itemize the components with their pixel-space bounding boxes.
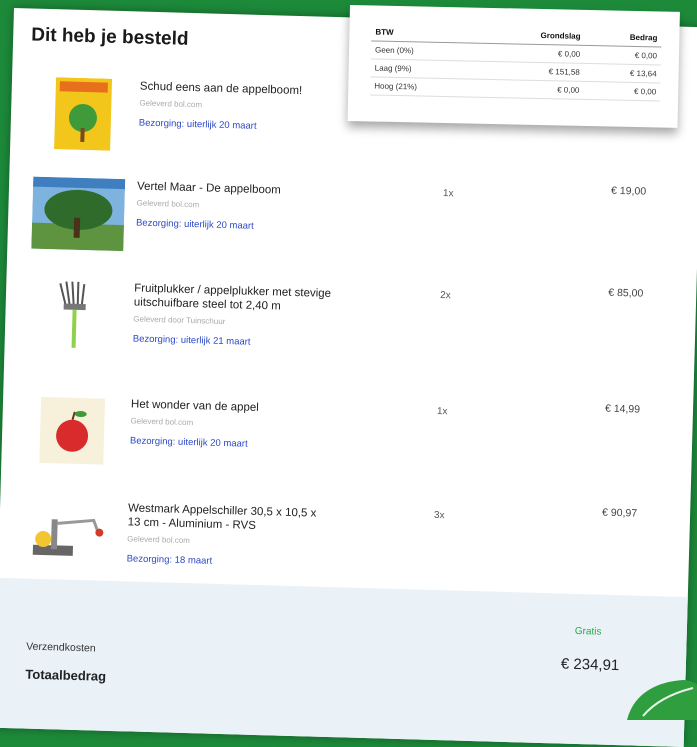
- book-cover-icon: [54, 77, 113, 151]
- btw-header: Bedrag: [584, 27, 662, 48]
- page-title: Dit heb je besteld: [30, 24, 189, 50]
- shipping-value: Gratis: [574, 625, 602, 638]
- btw-base: € 0,00: [479, 79, 584, 100]
- product-price: € 19,00: [610, 184, 647, 198]
- btw-rate: Geen (0%): [370, 40, 481, 62]
- fruit-picker-icon: [59, 281, 86, 348]
- product-name[interactable]: Fruitplukker / appelplukker met stevige …: [134, 281, 335, 315]
- product-quantity: 2x: [439, 290, 451, 302]
- book-cover-icon: [39, 396, 106, 465]
- btw-base: € 151,58: [479, 61, 584, 82]
- product-price: € 90,97: [601, 506, 638, 520]
- btw-header: Grondslag: [480, 25, 585, 46]
- product-seller: Geleverd bol.com: [127, 534, 191, 546]
- leaf-decoration-icon: [627, 680, 697, 720]
- btw-amount: € 0,00: [583, 45, 662, 66]
- list-item: Vertel Maar - De appelboom Geleverd bol.…: [31, 176, 673, 285]
- btw-table: BTW Grondslag Bedrag Geen (0%) € 0,00 € …: [370, 23, 662, 102]
- product-seller: Geleverd bol.com: [130, 416, 194, 428]
- apple-peeler-icon: [32, 518, 104, 556]
- btw-amount: € 0,00: [583, 81, 661, 102]
- product-delivery: Bezorging: uiterlijk 20 maart: [135, 217, 254, 232]
- product-name[interactable]: Het wonder van de appel: [131, 397, 331, 417]
- order-summary: Gratis Verzendkosten € 234,91 Totaalbedr…: [0, 577, 688, 747]
- product-quantity: 1x: [436, 405, 448, 418]
- product-seller: Geleverd bol.com: [139, 98, 203, 110]
- btw-table-card: BTW Grondslag Bedrag Geen (0%) € 0,00 € …: [347, 5, 680, 128]
- btw-rate: Hoog (21%): [370, 76, 480, 98]
- btw-rate: Laag (9%): [370, 58, 481, 80]
- product-name[interactable]: Vertel Maar - De appelboom: [137, 180, 337, 200]
- product-name[interactable]: Schud eens aan de appelboom!: [140, 80, 340, 100]
- shipping-label: Verzendkosten: [26, 640, 96, 655]
- product-price: € 14,99: [604, 402, 641, 416]
- product-seller: Geleverd door Tuinschuur: [133, 314, 226, 327]
- product-name[interactable]: Westmark Appelschiller 30,5 x 10,5 x 13 …: [127, 501, 328, 535]
- book-cover-icon: [31, 176, 126, 252]
- btw-base: € 0,00: [480, 43, 585, 64]
- product-seller: Geleverd bol.com: [136, 198, 200, 210]
- total-value: € 234,91: [560, 655, 620, 675]
- list-item: Het wonder van de appel Geleverd bol.com…: [25, 395, 667, 503]
- list-item: Fruitplukker / appelplukker met stevige …: [28, 279, 670, 387]
- product-delivery: Bezorging: uiterlijk 21 maart: [132, 333, 251, 348]
- product-delivery: Bezorging: uiterlijk 20 maart: [129, 435, 248, 450]
- product-delivery: Bezorging: 18 maart: [126, 553, 213, 567]
- product-quantity: 3x: [433, 509, 445, 522]
- btw-header: BTW: [371, 23, 482, 44]
- btw-amount: € 13,64: [583, 63, 661, 84]
- product-price: € 85,00: [608, 286, 644, 300]
- total-label: Totaalbedrag: [25, 666, 107, 684]
- product-delivery: Bezorging: uiterlijk 20 maart: [138, 117, 257, 132]
- product-quantity: 1x: [442, 188, 454, 200]
